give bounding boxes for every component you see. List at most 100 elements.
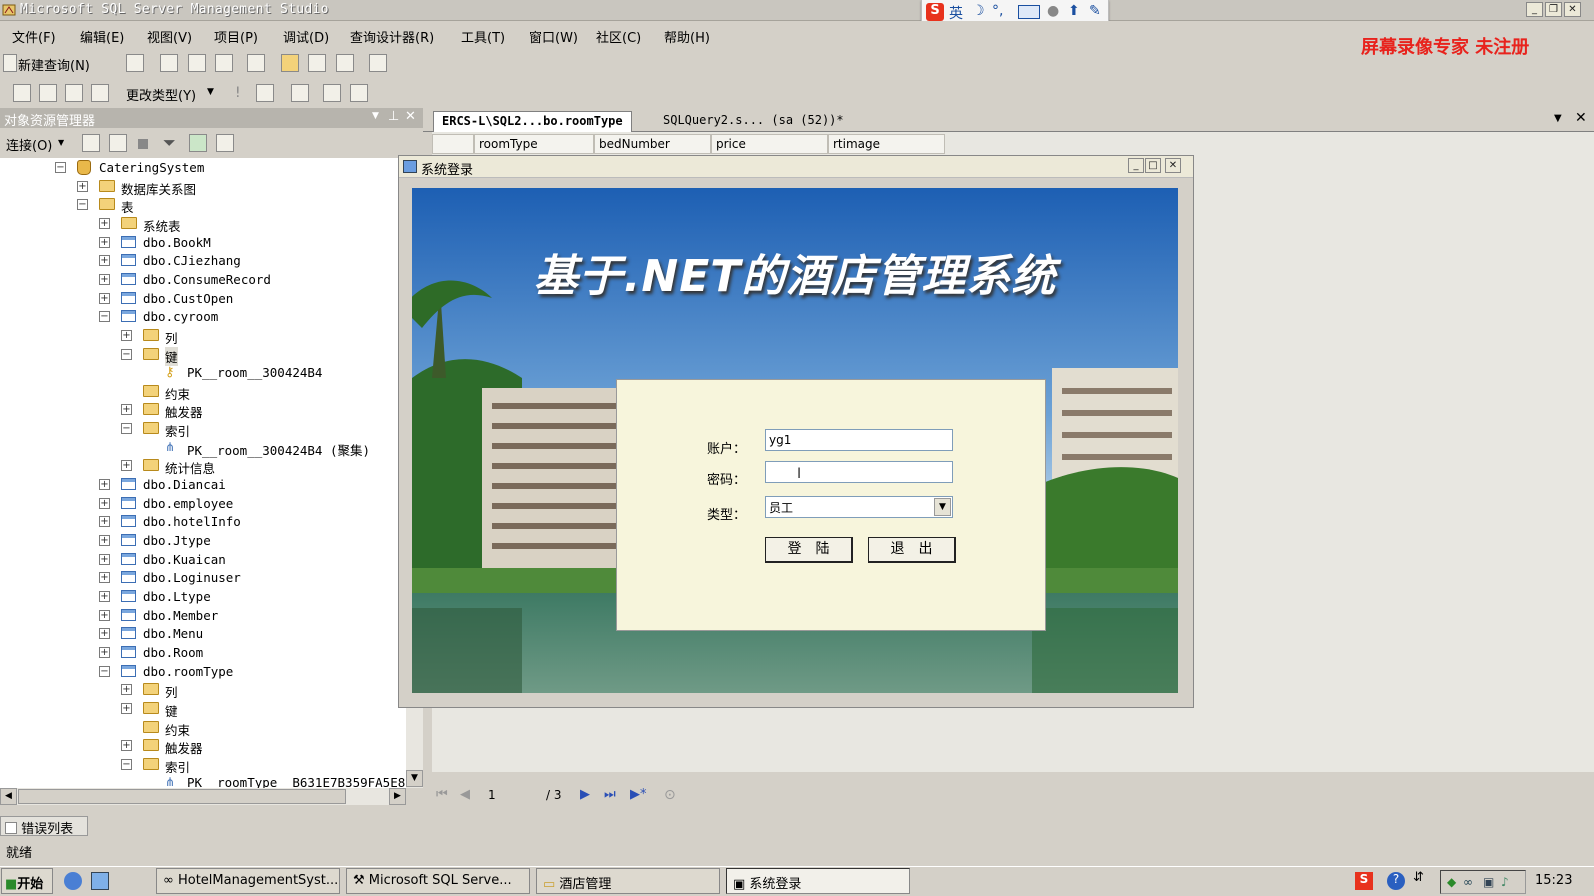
add-table-icon[interactable] — [323, 84, 341, 102]
scroll-down-icon[interactable]: ▼ — [406, 770, 423, 787]
collapse-icon[interactable]: − — [121, 758, 132, 770]
exit-button[interactable]: 退出 — [868, 537, 956, 563]
menu-file[interactable]: 文件(F) — [12, 27, 56, 46]
tab-roomtype-table[interactable]: ERCS-L\SQL2...bo.roomType — [433, 111, 632, 132]
column-header[interactable]: price — [711, 134, 828, 154]
tree-node[interactable]: + dbo.Member — [0, 607, 406, 625]
expand-icon[interactable]: + — [99, 572, 110, 584]
login-button[interactable]: 登陆 — [765, 537, 853, 563]
tree-node[interactable]: 约束 — [0, 719, 406, 738]
tree-node[interactable]: ⋔ PK__roomType__B631E7B359FA5E80 — [0, 774, 406, 788]
expand-icon[interactable]: + — [99, 553, 110, 565]
tree-node[interactable]: + dbo.Jtype — [0, 532, 406, 550]
menu-community[interactable]: 社区(C) — [596, 27, 641, 46]
expand-icon[interactable]: + — [121, 684, 132, 696]
disconnect-icon[interactable] — [109, 134, 127, 152]
tree-node[interactable]: + dbo.Ltype — [0, 588, 406, 606]
tree-node[interactable]: + 系统表 — [0, 215, 406, 234]
tree-node[interactable]: + 列 — [0, 681, 406, 700]
tree-node[interactable]: ⚷ PK__room__300424B4 — [0, 364, 406, 382]
column-header[interactable]: roomType — [474, 134, 594, 154]
connect-object-icon[interactable] — [82, 134, 100, 152]
new-record-icon[interactable]: ▶* — [630, 787, 647, 802]
expand-icon[interactable]: + — [99, 497, 110, 509]
next-record-icon[interactable]: ▶ — [580, 787, 590, 802]
expand-icon[interactable]: + — [99, 590, 110, 602]
show-sql-pane-icon[interactable] — [65, 84, 83, 102]
group-by-icon[interactable] — [291, 84, 309, 102]
tree-node[interactable]: + 统计信息 — [0, 457, 406, 476]
analysis-query-icon[interactable] — [188, 54, 206, 72]
tree-node[interactable]: + 键 — [0, 700, 406, 719]
tree-node[interactable]: − dbo.cyroom — [0, 308, 406, 326]
add-derived-table-icon[interactable] — [350, 84, 368, 102]
show-criteria-pane-icon[interactable] — [39, 84, 57, 102]
tree-node[interactable]: − 表 — [0, 196, 406, 215]
account-input[interactable] — [765, 429, 953, 451]
ime-punct-indicator[interactable]: °, — [992, 3, 1003, 19]
tray-monitor-icon[interactable]: ▣ — [1483, 875, 1494, 889]
tray-help-icon[interactable]: ? — [1387, 872, 1405, 890]
pin-icon[interactable]: ⊥ — [388, 109, 399, 124]
prev-record-icon[interactable]: ◀ — [460, 787, 470, 802]
xmla-query-icon[interactable] — [247, 54, 265, 72]
tree-node[interactable]: + dbo.CustOpen — [0, 290, 406, 308]
tree-horizontal-scrollbar[interactable]: ◀ ▶ — [0, 788, 406, 805]
tray-vs-icon[interactable]: ∞ — [1463, 875, 1473, 889]
expand-icon[interactable]: + — [99, 609, 110, 621]
tray-network-icon[interactable]: ⇵ — [1413, 870, 1424, 885]
tree-node[interactable]: − CateringSystem — [0, 159, 406, 177]
menu-project[interactable]: 项目(P) — [214, 27, 258, 46]
tree-node[interactable]: + dbo.Menu — [0, 625, 406, 643]
close-button[interactable]: ✕ — [1564, 2, 1581, 17]
tree-node[interactable]: + dbo.Room — [0, 644, 406, 662]
menu-debug[interactable]: 调试(D) — [283, 27, 329, 46]
collapse-icon[interactable]: − — [99, 665, 110, 677]
dropdown-arrow-icon[interactable]: ▼ — [207, 87, 214, 97]
expand-icon[interactable]: + — [99, 273, 110, 285]
tray-sogou-icon[interactable]: S — [1355, 872, 1373, 890]
dmx-query-icon[interactable] — [215, 54, 233, 72]
tray-app-icon[interactable]: ◆ — [1447, 875, 1456, 889]
ime-lang-indicator[interactable]: 英 — [949, 3, 963, 23]
tab-sqlquery2[interactable]: SQLQuery2.s... (sa (52))* — [655, 111, 852, 132]
collapse-icon[interactable]: − — [77, 199, 88, 211]
moon-icon[interactable]: ☽ — [972, 3, 985, 19]
menu-edit[interactable]: 编辑(E) — [80, 27, 124, 46]
menu-view[interactable]: 视图(V) — [147, 27, 192, 46]
tree-node[interactable]: + dbo.ConsumeRecord — [0, 271, 406, 289]
taskbar-item-hotel-mgmt[interactable]: ∞ HotelManagementSyst... — [156, 868, 340, 894]
execute-sql-icon[interactable]: ! — [235, 85, 241, 101]
dialog-maximize-button[interactable]: □ — [1145, 158, 1161, 173]
expand-icon[interactable]: + — [99, 516, 110, 528]
tree-node[interactable]: − 键 — [0, 346, 406, 366]
collapse-icon[interactable]: − — [99, 311, 110, 323]
tree-node[interactable]: + dbo.hotelInfo — [0, 513, 406, 531]
taskbar-item-login[interactable]: ▣ 系统登录 — [726, 868, 910, 894]
new-query-icon[interactable] — [3, 54, 17, 72]
tree-node[interactable]: + 列 — [0, 327, 406, 346]
collapse-icon[interactable]: − — [121, 423, 132, 435]
tree-node[interactable]: + 数据库关系图 — [0, 178, 406, 197]
change-type-dropdown[interactable]: 更改类型(Y) — [126, 85, 196, 104]
expand-icon[interactable]: + — [99, 292, 110, 304]
tree-node[interactable]: + 触发器 — [0, 737, 406, 756]
tree-node[interactable]: 约束 — [0, 383, 406, 402]
show-desktop-icon[interactable] — [91, 872, 109, 890]
show-results-pane-icon[interactable] — [91, 84, 109, 102]
expand-icon[interactable]: + — [99, 535, 110, 546]
user-icon[interactable]: ● — [1047, 3, 1059, 19]
dropdown-arrow-icon[interactable]: ▼ — [934, 498, 951, 516]
new-file-icon[interactable] — [126, 54, 144, 72]
expand-icon[interactable]: + — [77, 180, 88, 192]
tree-node[interactable]: − 索引 — [0, 756, 406, 775]
expand-icon[interactable]: + — [121, 329, 132, 341]
expand-icon[interactable]: + — [121, 740, 132, 752]
wrench-icon[interactable]: ✎ — [1089, 3, 1101, 19]
menu-help[interactable]: 帮助(H) — [664, 27, 710, 46]
refresh-icon[interactable] — [189, 134, 207, 152]
last-record-icon[interactable]: ⏭ — [604, 787, 616, 802]
ie-icon[interactable] — [64, 872, 82, 890]
tray-volume-icon[interactable]: ♪ — [1501, 875, 1509, 889]
stop-query-icon[interactable]: ⊙ — [664, 787, 676, 803]
